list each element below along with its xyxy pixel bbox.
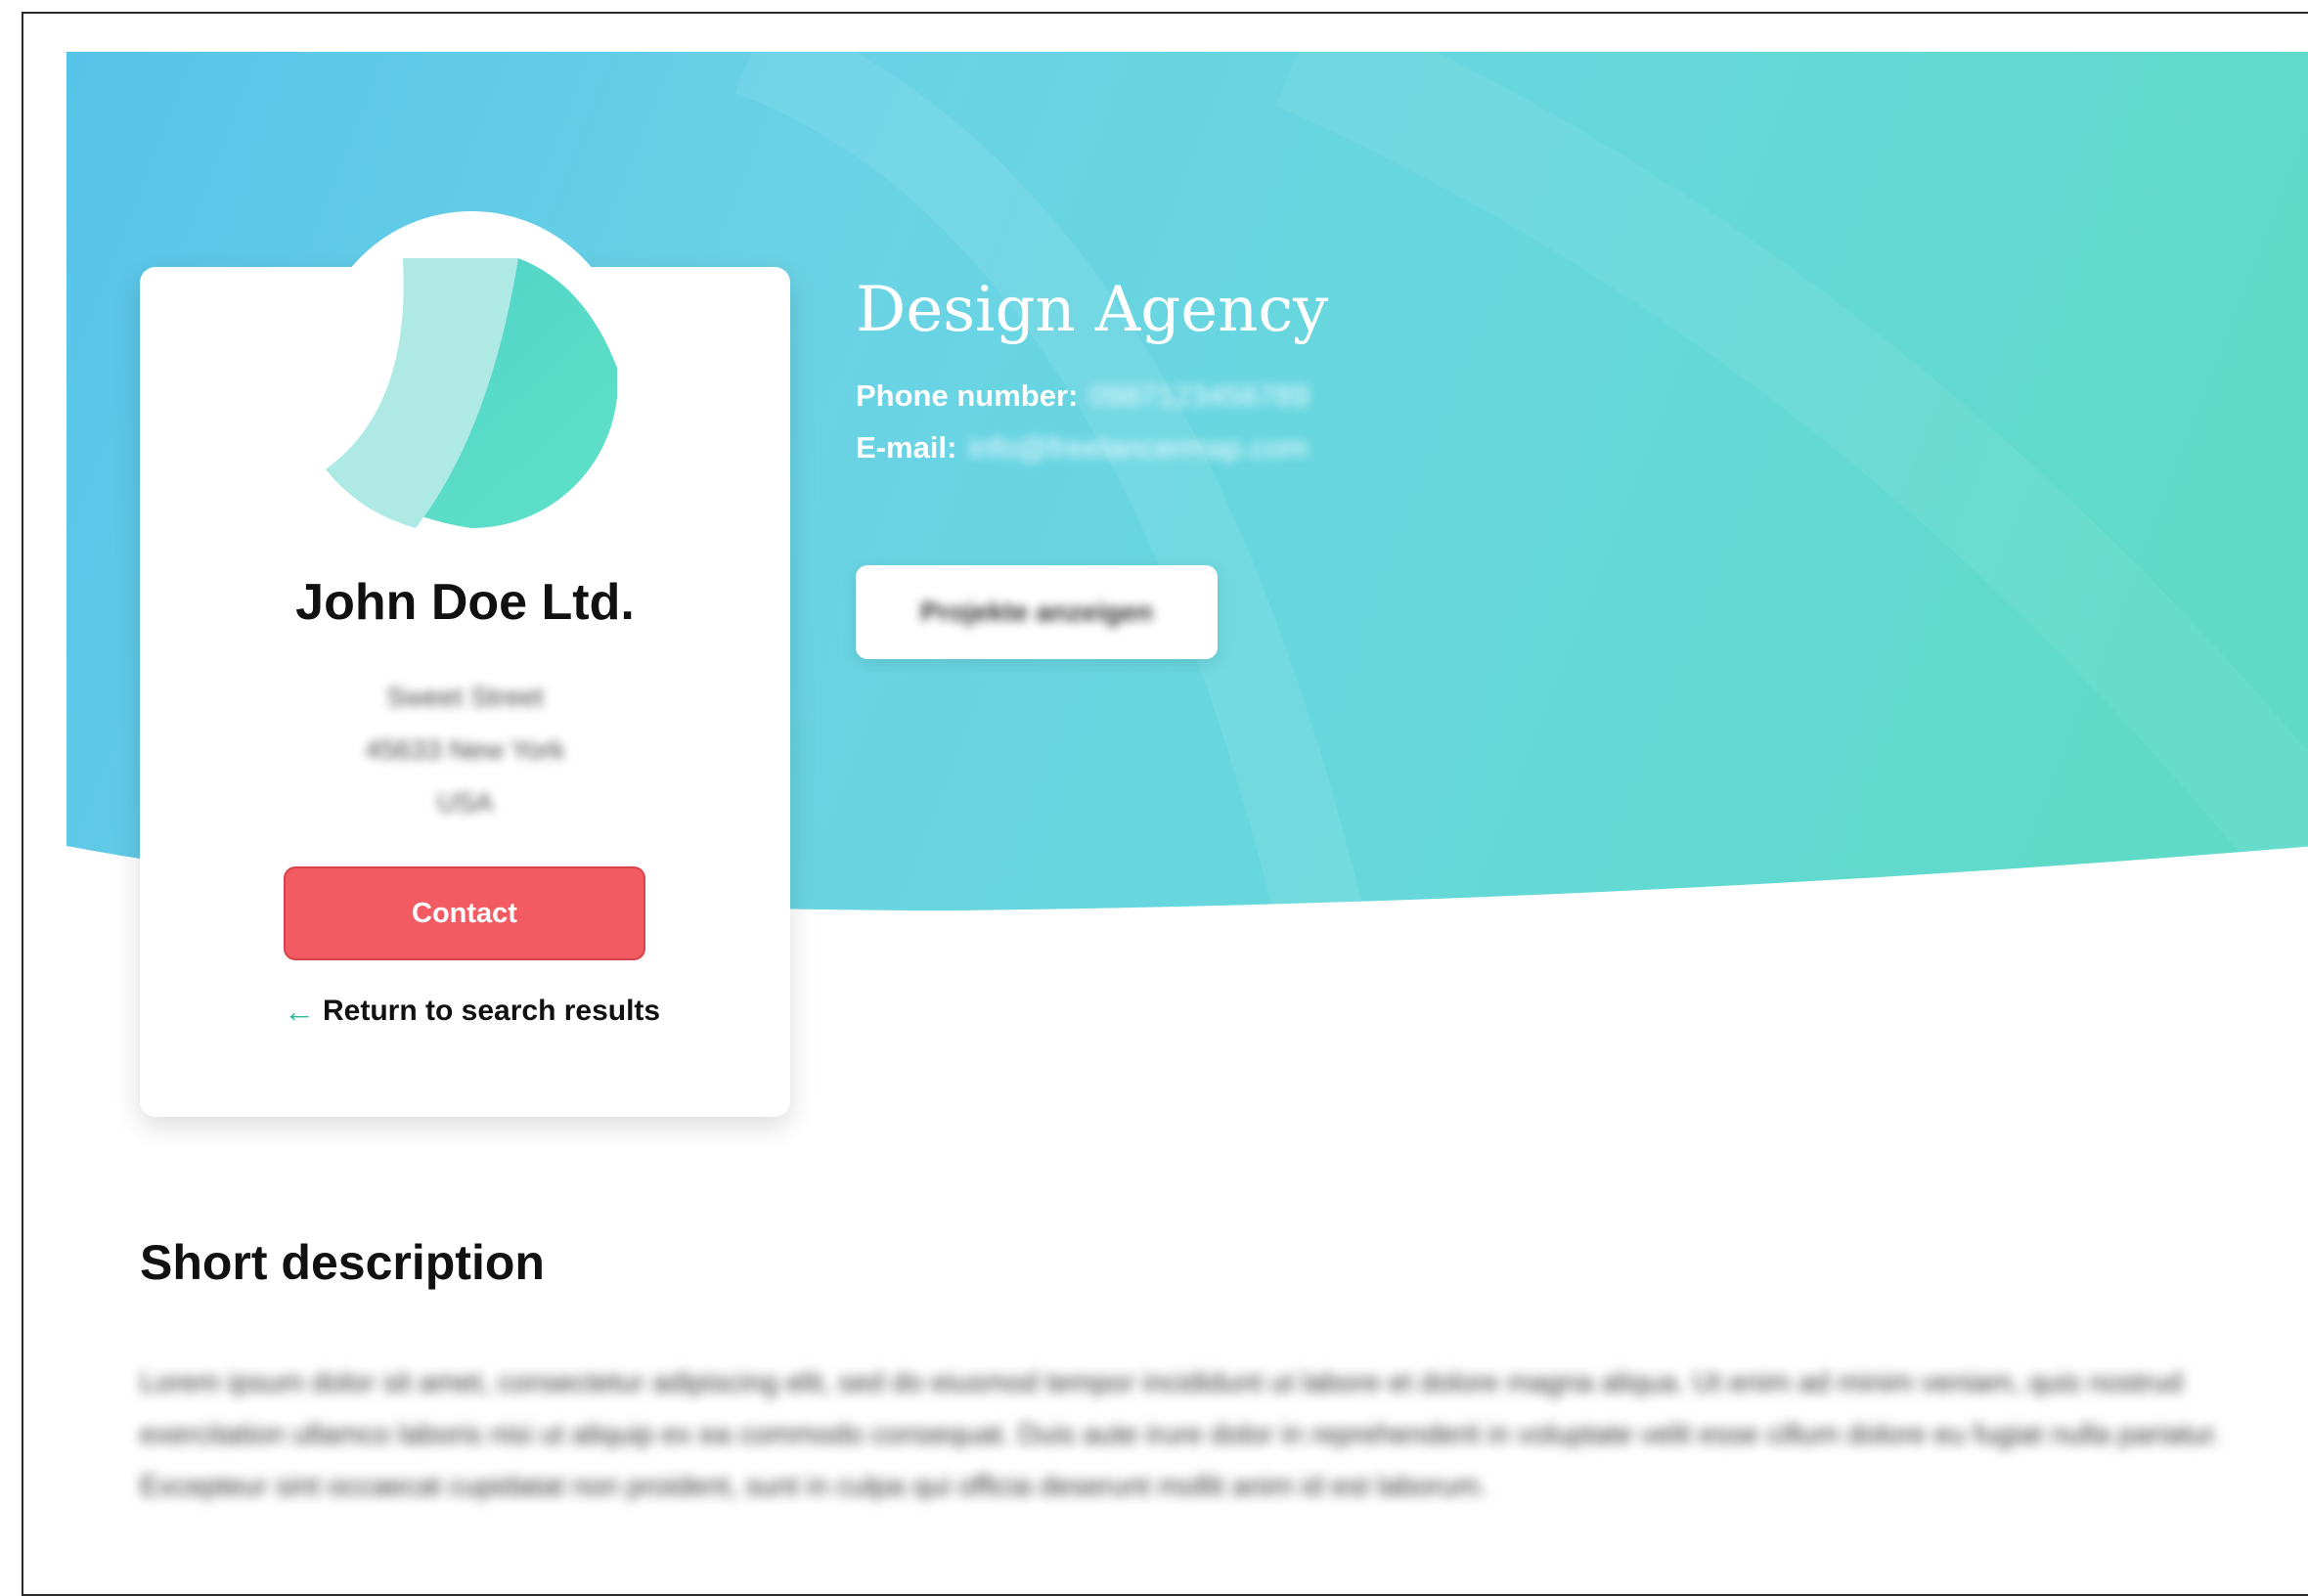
- phone-label: Phone number:: [856, 378, 1079, 413]
- leaf-logo-icon: [326, 207, 617, 528]
- agency-title: Design Agency: [856, 274, 1329, 346]
- email-label: E-mail:: [856, 430, 957, 465]
- phone-value[interactable]: 0987123456789: [1089, 378, 1309, 414]
- projects-button[interactable]: Projekte anzeigen: [856, 565, 1218, 659]
- address-street: Sweet Street: [386, 682, 544, 712]
- arrow-left-icon: ←: [284, 994, 315, 1029]
- address-country: USA: [436, 787, 494, 818]
- email-row: E-mail: info@freelancermap.com: [856, 430, 1308, 466]
- contact-button[interactable]: Contact: [284, 866, 645, 960]
- return-link-label: Return to search results: [323, 995, 661, 1027]
- short-description-title: Short description: [140, 1235, 545, 1290]
- company-name: John Doe Ltd.: [295, 574, 635, 631]
- email-value[interactable]: info@freelancermap.com: [968, 430, 1308, 466]
- phone-row: Phone number: 0987123456789: [856, 378, 1309, 414]
- address-city: 45633 New York: [365, 734, 565, 765]
- projects-button-label: Projekte anzeigen: [919, 597, 1154, 627]
- return-to-search-link[interactable]: ← Return to search results: [284, 990, 675, 1033]
- short-description-text: Lorem ipsum dolor sit amet, consectetur …: [140, 1367, 2221, 1502]
